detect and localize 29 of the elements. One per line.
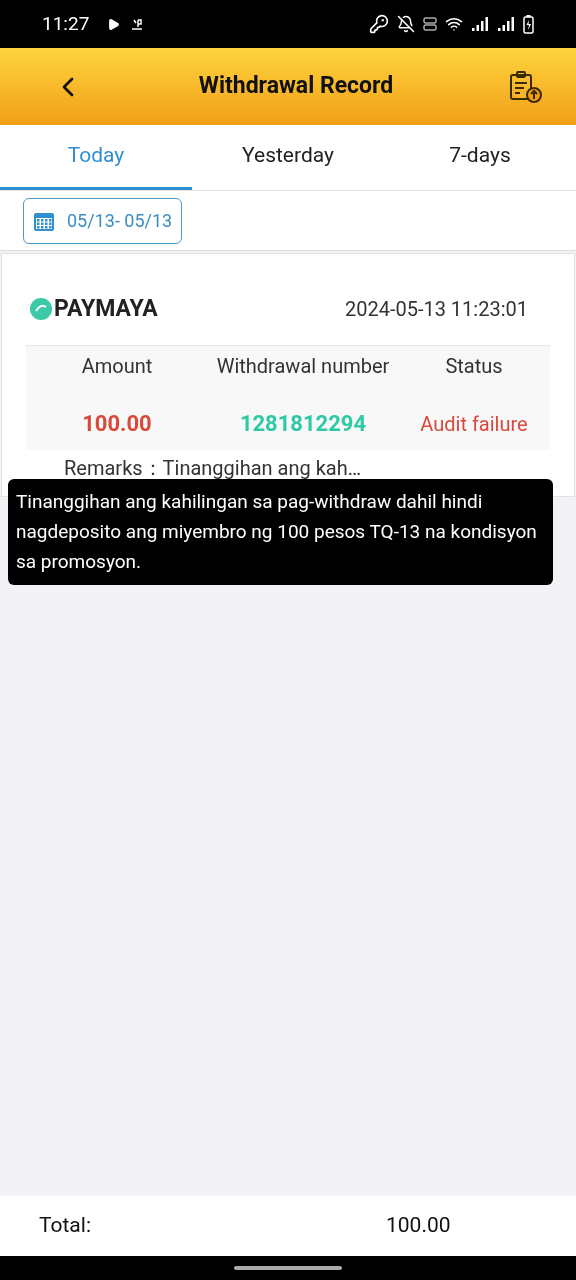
total-value: 100.00 <box>386 1212 451 1240</box>
clipboard-upload-button[interactable] <box>508 69 544 104</box>
column-header: Amount <box>80 352 154 380</box>
page-title: Withdrawal Record <box>197 71 395 102</box>
amount-value: 100.00 <box>81 409 153 438</box>
status-time: 11:27 <box>42 10 90 37</box>
clipboard-upload-icon <box>508 69 544 104</box>
signal-icon <box>471 16 489 32</box>
tab[interactable]: Yesterday <box>192 125 384 190</box>
date-range-button[interactable]: 05/13- 05/13 <box>23 197 183 244</box>
app-icon <box>130 17 145 31</box>
paymaya-logo-icon <box>30 298 52 321</box>
bell-off-icon <box>397 15 415 33</box>
key-icon <box>369 14 389 34</box>
remarks-label: Remarks： <box>64 454 163 482</box>
tab[interactable]: 7-days <box>384 125 576 190</box>
play-icon <box>107 17 121 31</box>
payment-method: PAYMAYA <box>54 294 158 324</box>
record-datetime: 2024-05-13 11:23:01 <box>344 296 528 324</box>
battery-icon <box>523 14 534 34</box>
status-value: Audit failure <box>419 410 529 438</box>
remarks-text: Tinanggihan ang kah… <box>162 454 362 482</box>
total-label: Total: <box>39 1212 92 1240</box>
withdrawal-number: 1281812294 <box>238 409 368 438</box>
column-header: Status <box>444 352 504 380</box>
wifi-icon <box>445 15 463 33</box>
column-header: Withdrawal number <box>215 352 391 380</box>
tooltip: Tinanggihan ang kahilingan sa pag-withdraw dahil hindi nagdeposito ang miyembro ng 100 pesos TQ-13 na kondisyon sa promosyon. <box>8 479 553 585</box>
signal-icon <box>497 16 515 32</box>
